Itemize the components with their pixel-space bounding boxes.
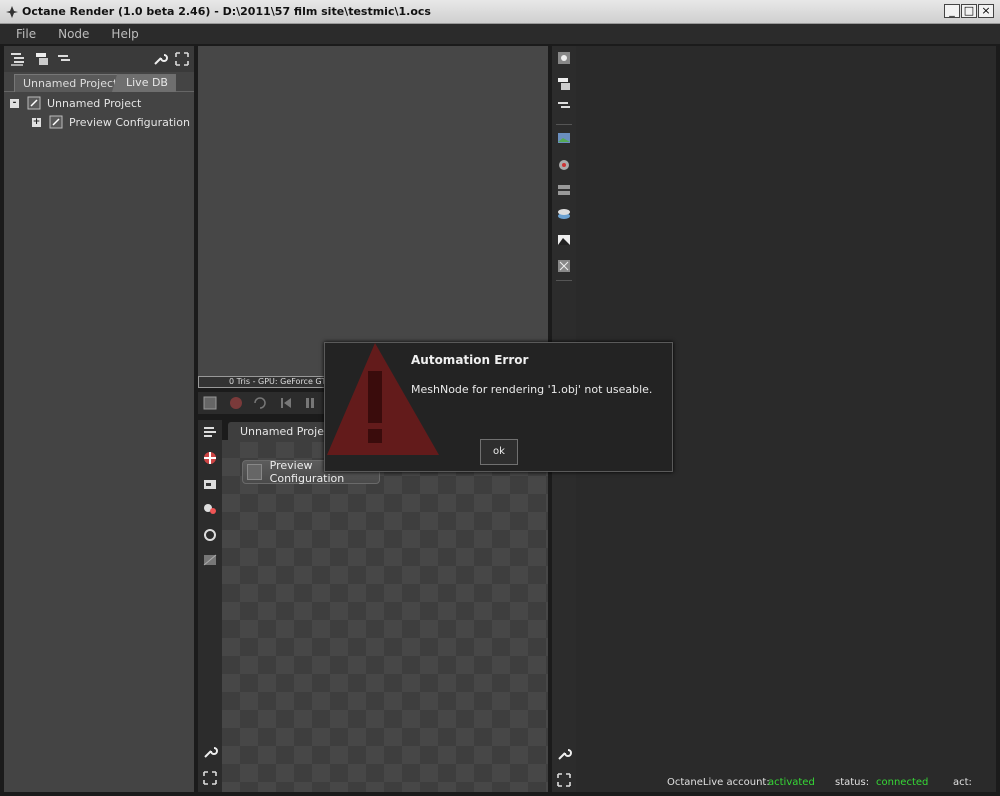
tree-item-project[interactable]: - Unnamed Project xyxy=(10,94,141,112)
tab-unnamed-project[interactable]: Unnamed Project xyxy=(14,74,127,92)
collapse-toggle[interactable]: - xyxy=(10,98,19,108)
toolbar-separator xyxy=(556,280,572,281)
window-controls: _ □ × xyxy=(944,4,994,18)
configuration-node-icon xyxy=(49,115,63,129)
node-toolbar xyxy=(198,420,222,792)
menu-help[interactable]: Help xyxy=(111,27,138,41)
automation-error-dialog: Automation Error MeshNode for rendering … xyxy=(324,342,673,472)
project-node-icon xyxy=(27,96,41,110)
render-viewport[interactable] xyxy=(198,46,548,388)
account-status: activated xyxy=(768,777,815,788)
render-target-icon[interactable] xyxy=(202,450,218,466)
camera-icon[interactable] xyxy=(556,156,572,172)
scene-panel: Unnamed Project Live DB - Unnamed Projec… xyxy=(4,46,194,792)
kernel-icon[interactable] xyxy=(556,258,572,274)
tree-view-icon[interactable] xyxy=(10,51,26,67)
account-label: OctaneLive account: xyxy=(667,777,770,788)
tab-live-db[interactable]: Live DB xyxy=(112,74,176,92)
collapse-icon[interactable] xyxy=(556,98,572,114)
render-settings-icon[interactable] xyxy=(556,50,572,66)
scene-toolbar xyxy=(4,46,194,72)
viewport-controls xyxy=(198,392,326,414)
ok-button[interactable]: ok xyxy=(480,439,518,465)
scene-tabs: Unnamed Project Live DB xyxy=(4,74,194,92)
toolbar-separator xyxy=(556,124,572,125)
expand-toggle[interactable]: + xyxy=(32,117,41,127)
status-bar: OctaneLive account: activated status: co… xyxy=(576,776,996,792)
octane-app-icon xyxy=(6,6,18,18)
maximize-button[interactable]: □ xyxy=(961,4,977,18)
wrench-icon[interactable] xyxy=(152,51,168,67)
viewport-status: 0 Tris - GPU: GeForce GT xyxy=(198,376,326,388)
render-stop-icon[interactable] xyxy=(228,395,244,411)
expand-icon[interactable] xyxy=(556,772,572,788)
close-button[interactable]: × xyxy=(978,4,994,18)
dialog-title: Automation Error xyxy=(411,353,529,367)
image-icon[interactable] xyxy=(556,130,572,146)
connection-label: status: xyxy=(835,777,870,788)
act-label: act: xyxy=(953,777,972,788)
menu-bar: File Node Help xyxy=(0,24,1000,44)
wrench-icon[interactable] xyxy=(202,744,218,760)
stack-icon[interactable] xyxy=(556,76,572,92)
tree-item-preview-configuration[interactable]: + Preview Configuration xyxy=(32,113,190,131)
menu-node[interactable]: Node xyxy=(58,27,89,41)
texture-icon[interactable] xyxy=(202,552,218,568)
wrench-icon[interactable] xyxy=(556,746,572,762)
configuration-node-icon xyxy=(247,464,262,480)
expand-icon[interactable] xyxy=(174,51,190,67)
pause-icon[interactable] xyxy=(302,395,318,411)
dialog-message: MeshNode for rendering '1.obj' not useab… xyxy=(411,383,653,396)
expand-icon[interactable] xyxy=(202,770,218,786)
minimize-button[interactable]: _ xyxy=(944,4,960,18)
graph-layout-icon[interactable] xyxy=(202,424,218,440)
node-graph-canvas[interactable] xyxy=(222,440,548,792)
material-icon[interactable] xyxy=(202,500,218,516)
menu-file[interactable]: File xyxy=(16,27,36,41)
tree-item-label: Unnamed Project xyxy=(47,96,142,110)
imager-icon[interactable] xyxy=(556,182,572,198)
title-bar: Octane Render (1.0 beta 2.46) - D:\2011\… xyxy=(0,0,1000,24)
window-title: Octane Render (1.0 beta 2.46) - D:\2011\… xyxy=(22,5,431,18)
landscape-icon[interactable] xyxy=(556,232,572,248)
environment-icon[interactable] xyxy=(556,206,572,222)
connection-status: connected xyxy=(876,777,929,788)
restart-icon[interactable] xyxy=(278,395,294,411)
stack-icon[interactable] xyxy=(34,51,50,67)
camera-icon[interactable] xyxy=(202,476,218,492)
tree-item-label: Preview Configuration xyxy=(69,115,190,129)
environment-icon[interactable] xyxy=(202,526,218,542)
save-image-icon[interactable] xyxy=(202,395,218,411)
collapse-icon[interactable] xyxy=(56,51,72,67)
refresh-icon[interactable] xyxy=(252,395,268,411)
